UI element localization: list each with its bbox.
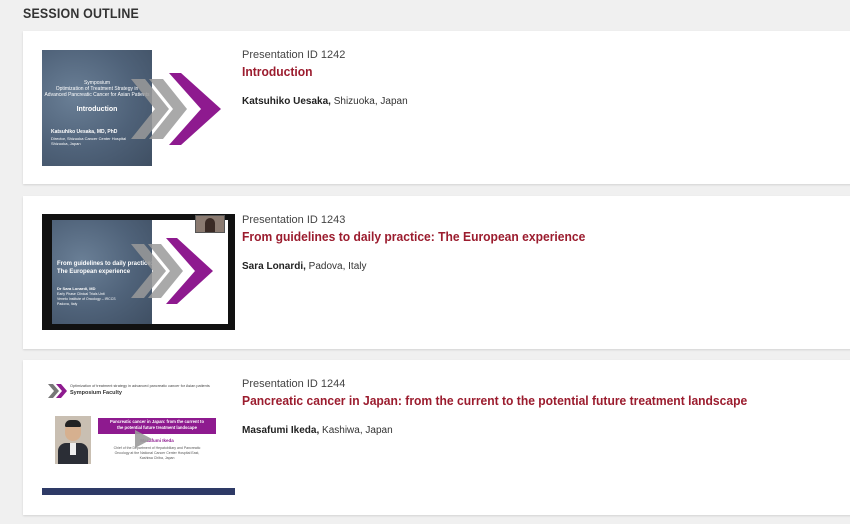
footer-bar xyxy=(42,488,235,495)
thumb-presenter: Katsuhiko Uesaka, MD, PhD xyxy=(51,129,118,135)
speaker-info: Sara Lonardi, Padova, Italy xyxy=(242,261,611,272)
presentation-id: Presentation ID 1242 xyxy=(242,49,346,61)
thumb-presenter: Dr Sara Lonardi, MD xyxy=(57,286,96,291)
presentation-title[interactable]: Introduction xyxy=(242,64,396,79)
speaker-location: Kashiwa, Japan xyxy=(319,425,393,436)
speaker-info: Masafumi Ikeda, Kashiwa, Japan xyxy=(242,425,785,436)
section-title: SESSION OUTLINE xyxy=(23,6,139,21)
thumb-role: Shizuoka, Japan xyxy=(51,141,81,146)
title-banner: Pancreatic cancer in Japan: from the cur… xyxy=(98,418,216,434)
presentation-title[interactable]: Pancreatic cancer in Japan: from the cur… xyxy=(242,393,747,408)
presentation-card-1243[interactable]: From guidelines to daily practice: The E… xyxy=(23,196,850,349)
presentation-card-1244[interactable]: Optimization of treatment strategy in ad… xyxy=(23,360,850,515)
thumb-role: Padova, Italy xyxy=(57,302,78,306)
thumb-presenter: Masafumi Ikeda xyxy=(140,438,174,443)
play-icon[interactable] xyxy=(131,73,221,145)
presentation-id: Presentation ID 1243 xyxy=(242,214,346,226)
presentation-title[interactable]: From guidelines to daily practice: The E… xyxy=(242,229,585,244)
thumb-role: Kashiwa Chiba, Japan xyxy=(139,456,175,460)
speaker-name: Sara Lonardi, xyxy=(242,261,306,272)
thumb-header-small: Optimization of treatment strategy in ad… xyxy=(70,384,210,388)
speaker-photo xyxy=(55,416,91,464)
thumb-header-big: Symposium Faculty xyxy=(70,390,122,396)
speaker-location: Padova, Italy xyxy=(305,261,367,272)
logo-chevron-icon xyxy=(48,384,67,398)
webcam-overlay xyxy=(195,215,225,233)
speaker-name: Katsuhiko Uesaka, xyxy=(242,96,331,107)
presentation-id: Presentation ID 1244 xyxy=(242,378,346,390)
speaker-info: Katsuhiko Uesaka, Shizuoka, Japan xyxy=(242,96,408,107)
speaker-name: Masafumi Ikeda, xyxy=(242,425,320,436)
banner-line: the potential future treatment landscape xyxy=(117,425,197,430)
play-icon[interactable] xyxy=(133,429,153,449)
speaker-location: Shizuoka, Japan xyxy=(330,96,408,107)
presentation-card-1242[interactable]: Symposium Optimization of Treatment Stra… xyxy=(23,31,850,184)
play-icon[interactable] xyxy=(131,238,213,304)
